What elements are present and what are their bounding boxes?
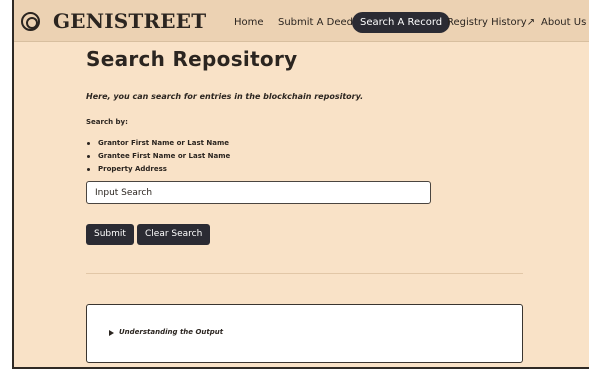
navbar: GENISTREET Home Submit A Deed Search A R…	[14, 0, 589, 42]
search-input[interactable]	[86, 181, 431, 204]
nav-submit-deed[interactable]: Submit A Deed	[278, 12, 353, 33]
output-details-box: Understanding the Output	[86, 304, 523, 363]
search-option-address: Property Address	[86, 163, 230, 176]
logo-icon[interactable]	[21, 12, 40, 31]
output-summary-toggle[interactable]: Understanding the Output	[119, 328, 223, 336]
nav-about-us[interactable]: About Us	[541, 12, 586, 33]
disclosure-triangle-icon[interactable]	[109, 330, 114, 336]
intro-text: Here, you can search for entries in the …	[86, 92, 364, 101]
nav-search-record[interactable]: Search A Record	[352, 12, 451, 33]
app-frame: GENISTREET Home Submit A Deed Search A R…	[12, 0, 589, 369]
search-option-grantor: Grantor First Name or Last Name	[86, 137, 230, 150]
section-divider	[86, 273, 523, 274]
search-by-label: Search by:	[86, 118, 128, 126]
submit-button[interactable]: Submit	[86, 224, 134, 245]
page-title: Search Repository	[86, 47, 298, 71]
brand-name[interactable]: GENISTREET	[53, 9, 206, 33]
external-arrow-icon: ↗	[526, 17, 536, 28]
clear-search-button[interactable]: Clear Search	[137, 224, 211, 245]
search-option-grantee: Grantee First Name or Last Name	[86, 150, 230, 163]
search-options-list: Grantor First Name or Last Name Grantee …	[86, 137, 230, 176]
nav-registry-history-label: Registry History	[447, 17, 527, 28]
nav-home[interactable]: Home	[234, 12, 264, 33]
nav-registry-history[interactable]: Registry History↗	[447, 12, 535, 33]
